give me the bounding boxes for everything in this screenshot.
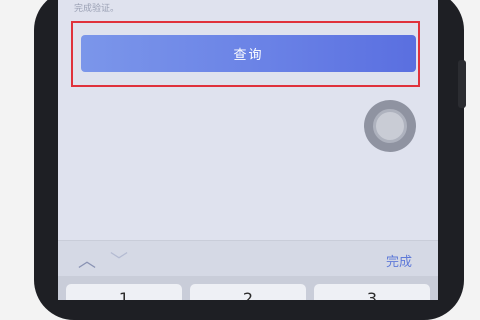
assistive-touch-button[interactable] [364, 100, 416, 152]
key-3[interactable]: 3 [314, 284, 430, 300]
query-button[interactable]: 查询 [81, 35, 416, 72]
phone-side-button [458, 60, 466, 108]
phone-screen: 完成验证。 查询 ︿ ﹀ 完成 1 2 3 [58, 0, 438, 300]
key-2[interactable]: 2 [190, 284, 306, 300]
verification-hint: 完成验证。 [74, 4, 120, 14]
done-button[interactable]: 完成 [386, 251, 412, 270]
numeric-keypad: 1 2 3 [58, 276, 438, 300]
chevron-down-icon[interactable]: ﹀ [110, 247, 128, 273]
keyboard-toolbar: ︿ ﹀ 完成 [58, 240, 438, 277]
key-1[interactable]: 1 [66, 284, 182, 300]
assistive-touch-icon [373, 109, 407, 143]
chevron-up-icon[interactable]: ︿ [78, 247, 96, 273]
